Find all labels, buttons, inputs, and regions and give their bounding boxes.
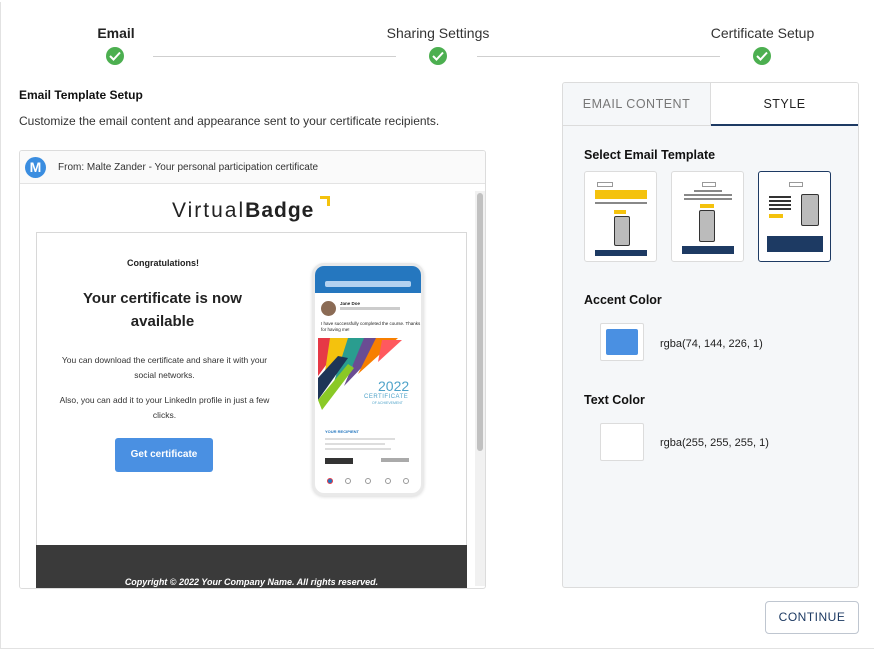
cert-title: CERTIFICATE [364, 394, 409, 400]
email-preview: M From: Malte Zander - Your personal par… [19, 150, 486, 589]
step-certificate-check-icon [753, 47, 771, 65]
preview-header: M From: Malte Zander - Your personal par… [20, 151, 485, 184]
virtualbadge-logo: VirtualBadge [172, 199, 315, 222]
step-connector-1 [153, 56, 396, 57]
accent-color-picker[interactable] [600, 323, 644, 361]
text-color-picker[interactable] [600, 423, 644, 461]
preview-scroll-thumb[interactable] [477, 193, 483, 451]
get-certificate-button[interactable]: Get certificate [115, 438, 213, 472]
accent-color-value: rgba(74, 144, 226, 1) [660, 338, 763, 350]
phone-mockup: Jane Doe I have successfully completed t… [312, 263, 424, 496]
phone-user-name: Jane Doe [340, 301, 361, 306]
preview-body: VirtualBadge Congratulations! Your certi… [20, 184, 475, 588]
accent-color-heading: Accent Color [584, 293, 662, 307]
step-email-label: Email [97, 25, 135, 41]
continue-button[interactable]: CONTINUE [765, 601, 859, 634]
template-option-2[interactable] [671, 171, 744, 262]
step-sharing-check-icon [429, 47, 447, 65]
step-sharing: Sharing Settings [378, 25, 498, 41]
from-line: From: Malte Zander - Your personal parti… [58, 162, 319, 173]
cert-recipient: YOUR RECIPIENT [325, 429, 360, 434]
step-certificate: Certificate Setup [700, 25, 825, 41]
body-paragraph-2: Also, you can add it to your LinkedIn pr… [59, 395, 270, 420]
step-email: Email [96, 25, 136, 41]
sender-avatar: M [25, 157, 46, 178]
cert-year: 2022 [378, 378, 410, 394]
text-color-value: rgba(255, 255, 255, 1) [660, 437, 769, 449]
phone-badge [325, 458, 353, 464]
panel-tabs: EMAIL CONTENT STYLE [563, 83, 858, 126]
cert-subtitle: OF ACHIEVEMENT [372, 401, 403, 405]
tab-style[interactable]: STYLE [711, 83, 858, 126]
text-color-heading: Text Color [584, 393, 645, 407]
copyright-text: Copyright © 2022 Your Company Name. All … [124, 577, 379, 587]
step-sharing-label: Sharing Settings [386, 25, 490, 41]
section-description: Customize the email content and appearan… [19, 114, 440, 128]
tab-email-content[interactable]: EMAIL CONTENT [563, 83, 711, 126]
congrats-text: Congratulations! [127, 258, 199, 268]
style-panel: EMAIL CONTENT STYLE Select Email Templat… [562, 82, 859, 588]
logo-mark-icon [320, 196, 330, 206]
step-certificate-label: Certificate Setup [710, 25, 815, 41]
phone-post-text: I have successfully completed the course… [321, 321, 421, 332]
headline: Your certificate is now available [83, 290, 242, 330]
template-option-3[interactable] [758, 171, 831, 262]
step-email-check-icon [106, 47, 124, 65]
text-color-swatch [606, 429, 638, 455]
step-connector-2 [477, 56, 720, 57]
email-footer: Copyright © 2022 Your Company Name. All … [36, 545, 467, 588]
phone-avatar [321, 301, 336, 316]
certificate-artwork: 2022 CERTIFICATE OF ACHIEVEMENT [318, 338, 418, 418]
template-option-1[interactable] [584, 171, 657, 262]
accent-color-swatch [606, 329, 638, 355]
email-card: Congratulations! Your certificate is now… [36, 232, 467, 562]
phone-nav-bar [315, 476, 421, 490]
body-paragraph-1: You can download the certificate and sha… [61, 355, 268, 380]
template-heading: Select Email Template [584, 148, 716, 162]
section-title: Email Template Setup [19, 88, 143, 102]
